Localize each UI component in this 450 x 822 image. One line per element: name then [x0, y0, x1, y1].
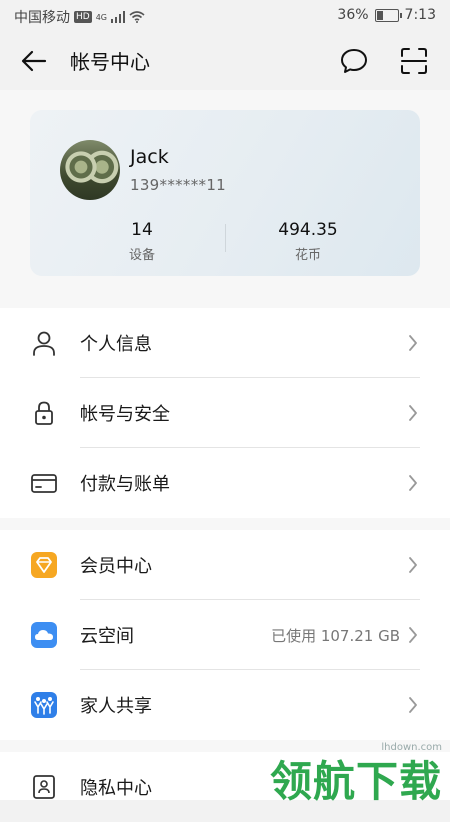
- chevron-right-icon: [409, 557, 417, 573]
- chevron-right-icon: [409, 405, 417, 421]
- status-bar: 中国移动 HD 4G 36% 7:13: [0, 0, 450, 32]
- back-arrow-icon: [21, 50, 47, 72]
- chevron-right-icon: [409, 335, 417, 351]
- menu-item-family-sharing[interactable]: 家人共享: [0, 670, 450, 740]
- page-title: 帐号中心: [70, 50, 150, 74]
- battery-fill: [376, 10, 384, 20]
- menu-item-account-security[interactable]: 帐号与安全: [0, 378, 450, 448]
- menu-item-label: 付款与账单: [80, 474, 170, 495]
- cloud-usage-value: 已使用 107.21 GB: [271, 627, 400, 645]
- menu-item-label: 会员中心: [80, 556, 152, 577]
- menu-item-cloud-space[interactable]: 云空间 已使用 107.21 GB: [0, 600, 450, 670]
- menu-item-membership[interactable]: 会员中心: [0, 530, 450, 600]
- chevron-right-icon: [409, 627, 417, 643]
- scan-icon: [401, 48, 427, 74]
- carrier-name: 中国移动: [14, 10, 70, 26]
- battery-percent: 36%: [337, 7, 369, 23]
- menu-item-label: 个人信息: [80, 334, 152, 355]
- status-left: 中国移动 HD 4G: [14, 7, 145, 27]
- devices-count: 14: [131, 220, 153, 240]
- signal-icon: [111, 11, 125, 23]
- menu-group-account: 个人信息 帐号与安全 付款与账单: [0, 308, 450, 518]
- user-phone: 139******11: [130, 176, 227, 194]
- clock: 7:13: [404, 7, 436, 23]
- hd-badge: HD: [74, 11, 92, 23]
- user-name: Jack: [130, 146, 169, 168]
- status-right: 36% 7:13: [337, 7, 436, 23]
- avatar[interactable]: [60, 140, 120, 200]
- title-bar: 帐号中心: [0, 32, 450, 90]
- credit-card-icon: [31, 474, 57, 493]
- back-button[interactable]: [18, 45, 50, 77]
- diamond-icon: [31, 552, 57, 578]
- menu-group-services: 会员中心 云空间 已使用 107.21 GB 家人共享: [0, 530, 450, 740]
- watermark: lhdown.com 领航下载: [270, 740, 450, 806]
- stat-devices[interactable]: 14 设备: [52, 220, 232, 263]
- cloud-icon: [31, 622, 57, 648]
- wifi-icon: [129, 11, 145, 23]
- message-button[interactable]: [338, 45, 370, 77]
- devices-label: 设备: [128, 248, 155, 263]
- menu-item-label: 云空间: [80, 626, 134, 647]
- network-type: 4G: [95, 12, 107, 22]
- coins-amount: 494.35: [278, 220, 338, 240]
- chevron-right-icon: [409, 697, 417, 713]
- battery-icon: [374, 8, 402, 22]
- lock-icon: [35, 401, 53, 425]
- message-bubble-icon: [341, 49, 367, 73]
- scan-button[interactable]: [398, 45, 430, 77]
- content-area: Jack 139******11 14 设备 494.35 花币 个人信息 帐号…: [0, 90, 450, 800]
- profile-card[interactable]: Jack 139******11 14 设备 494.35 花币: [30, 110, 420, 276]
- person-icon: [33, 331, 55, 356]
- menu-item-label: 帐号与安全: [80, 404, 170, 425]
- menu-item-personal-info[interactable]: 个人信息: [0, 308, 450, 378]
- chevron-right-icon: [409, 475, 417, 491]
- family-icon: [31, 692, 57, 718]
- menu-item-label: 隐私中心: [80, 778, 152, 799]
- privacy-icon: [33, 775, 55, 799]
- menu-item-label: 家人共享: [80, 696, 152, 717]
- menu-item-payment-billing[interactable]: 付款与账单: [0, 448, 450, 518]
- coins-label: 花币: [294, 248, 321, 263]
- stat-coins[interactable]: 494.35 花币: [218, 220, 398, 263]
